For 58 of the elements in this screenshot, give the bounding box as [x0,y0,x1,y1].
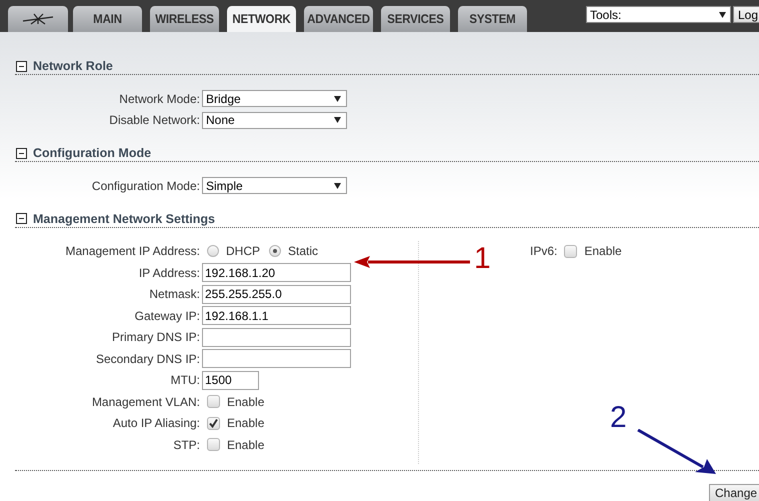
field-label: STP: [172,438,201,452]
nav-tab[interactable]: ADVANCED [304,6,373,32]
caret-icon [719,12,726,18]
nav-tab[interactable]: SYSTEM [458,6,527,32]
text-field[interactable] [202,328,351,347]
radio-button[interactable] [269,245,282,258]
text-field[interactable]: 192.168.1.20 [202,263,351,282]
radio-label: DHCP [226,244,260,258]
field-label: IPv6: [530,244,558,258]
caret-icon [334,96,341,102]
section-title: Management Network Settings [33,212,215,226]
field-label: Disable Network: [108,113,201,128]
checkbox[interactable] [207,395,220,408]
checkbox-label: Enable [227,394,264,409]
section-title: Network Role [33,59,113,73]
field-label: Management VLAN: [90,394,201,409]
text-field[interactable]: 1500 [202,370,259,390]
text-field[interactable]: 255.255.255.0 [202,284,351,304]
dropdown[interactable]: Simple [202,177,347,194]
caret-icon [334,117,341,124]
dropdown[interactable]: None [202,112,347,129]
checkbox-label: Enable [227,416,264,430]
field-label: Gateway IP: [134,308,201,323]
antenna-logo-icon [21,13,55,25]
text-field[interactable] [202,349,351,368]
nav-tab[interactable]: WIRELESS [150,6,219,32]
section-title: Configuration Mode [33,146,152,160]
field-label: MTU: [170,373,201,388]
field-label: IP Address: [138,266,201,280]
nav-tab[interactable]: NETWORK [227,6,296,32]
nav-tab[interactable]: SERVICES [381,6,450,32]
checkbox[interactable] [564,244,578,258]
caret-icon [334,182,341,189]
field-label: Netmask: [148,287,201,302]
field-label: Management IP Address: [64,244,201,258]
dropdown[interactable]: Bridge [202,90,347,108]
field-label: Secondary DNS IP: [94,352,201,366]
collapse-icon[interactable] [16,60,27,72]
radio-button[interactable] [207,245,219,258]
checkbox-label: Enable [227,438,264,452]
text-field[interactable]: 192.168.1.1 [202,306,351,326]
collapse-icon[interactable] [16,213,27,224]
annotation-number: 2 [610,403,627,433]
checkbox-label: Enable [584,244,622,258]
radio-label: Static [288,244,318,258]
checkbox[interactable] [207,438,220,452]
field-label: Network Mode: [118,92,201,106]
field-label: Auto IP Aliasing: [112,416,201,430]
annotation-number: 1 [474,244,491,274]
logout-button[interactable]: Log [733,6,759,23]
collapse-icon[interactable] [16,148,27,158]
change-button[interactable]: Change [709,484,759,501]
tools-dropdown[interactable]: Tools: [586,6,731,23]
logo-tab[interactable] [8,6,68,32]
checkbox[interactable] [207,416,220,430]
field-label: Configuration Mode: [90,178,201,193]
nav-tab[interactable]: MAIN [73,6,142,32]
field-label: Primary DNS IP: [110,330,201,344]
